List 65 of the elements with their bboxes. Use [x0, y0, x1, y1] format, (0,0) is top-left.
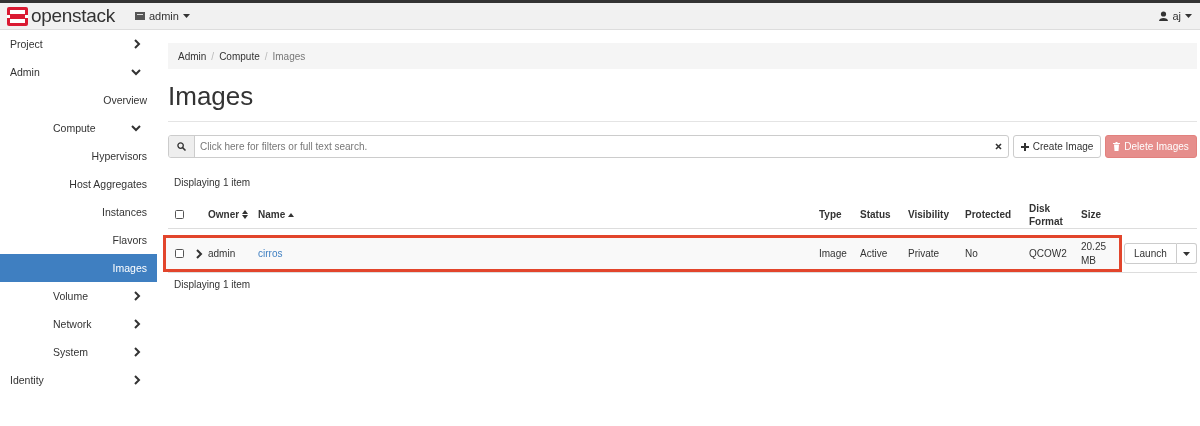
sidebar-group[interactable]: Volume [0, 282, 157, 310]
caret-icon [1185, 14, 1192, 18]
sidebar-item[interactable]: Hypervisors [0, 142, 157, 170]
sidebar-group[interactable]: Network [0, 310, 157, 338]
chevron-right-icon [134, 291, 141, 301]
item-count: Displaying 1 item [174, 279, 252, 290]
sidebar-item[interactable]: Instances [0, 198, 157, 226]
column-header[interactable]: Visibility [908, 208, 965, 221]
column-header[interactable]: Status [860, 208, 908, 221]
table-cell-text: Active [860, 246, 889, 261]
table-cell-text: No [965, 246, 979, 261]
page-title: Images [168, 81, 1197, 122]
breadcrumb-item: Images [272, 50, 306, 62]
table-cell-text: QCOW2 [1029, 246, 1068, 261]
breadcrumb-item[interactable]: Admin [178, 50, 207, 62]
column-header[interactable]: Disk Format [1029, 201, 1081, 228]
chevron-right-icon [134, 319, 141, 329]
column-header[interactable]: Owner [208, 208, 258, 221]
item-count: Displaying 1 item [174, 177, 252, 188]
user-menu[interactable]: aj [1159, 10, 1192, 22]
sidebar-group[interactable]: Compute [0, 114, 157, 142]
table-cell-text: admin [208, 246, 237, 261]
column-header[interactable]: Size [1081, 208, 1119, 221]
table-cell-text: Image [819, 246, 848, 261]
logo-icon [7, 6, 28, 26]
sort-ascending-icon [288, 212, 295, 217]
image-name-link[interactable]: cirros [258, 247, 283, 259]
trash-icon [1113, 142, 1121, 151]
project-menu[interactable]: admin [134, 10, 190, 22]
checkbox[interactable] [174, 249, 184, 258]
sidebar-group[interactable]: Admin [0, 58, 157, 86]
create-button[interactable]: Create Image [1012, 135, 1102, 158]
project-icon [134, 12, 145, 20]
caret-icon [182, 14, 190, 18]
chevron-down-icon [131, 68, 141, 76]
sidebar-group[interactable]: Identity [0, 366, 157, 394]
column-header[interactable]: Type [819, 208, 860, 221]
chevron-right-icon [134, 347, 141, 357]
table-cell-text: Private [908, 246, 941, 261]
column-header[interactable]: Protected [965, 208, 1029, 221]
sidebar-group[interactable]: Project [0, 30, 157, 58]
clear-icon[interactable] [994, 143, 1002, 150]
user-icon [1159, 11, 1169, 21]
chevron-down-icon [131, 124, 141, 132]
sidebar-group[interactable]: System [0, 338, 157, 366]
sidebar-item[interactable]: Host Aggregates [0, 170, 157, 198]
caret-icon [1182, 251, 1190, 256]
sort-icon [242, 210, 249, 219]
sidebar-item[interactable]: Images [0, 254, 157, 282]
column-header[interactable]: Name [258, 208, 819, 221]
chevron-right-icon [195, 248, 203, 259]
plus-icon [1020, 142, 1029, 151]
dropdown-toggle[interactable] [1176, 243, 1197, 264]
breadcrumb-separator: / [264, 50, 268, 62]
checkbox[interactable] [174, 210, 184, 219]
breadcrumb-separator: / [211, 50, 215, 62]
sidebar-item[interactable]: Overview [0, 86, 157, 114]
sidebar-item[interactable]: Flavors [0, 226, 157, 254]
brand-name: openstack [31, 5, 115, 27]
launch-button[interactable]: Launch [1124, 243, 1177, 264]
search-icon [177, 142, 186, 151]
breadcrumb-item[interactable]: Compute [219, 50, 260, 62]
table-cell-text: 20.25 MB [1081, 239, 1108, 268]
chevron-right-icon [134, 39, 141, 49]
chevron-right-icon [134, 375, 141, 385]
